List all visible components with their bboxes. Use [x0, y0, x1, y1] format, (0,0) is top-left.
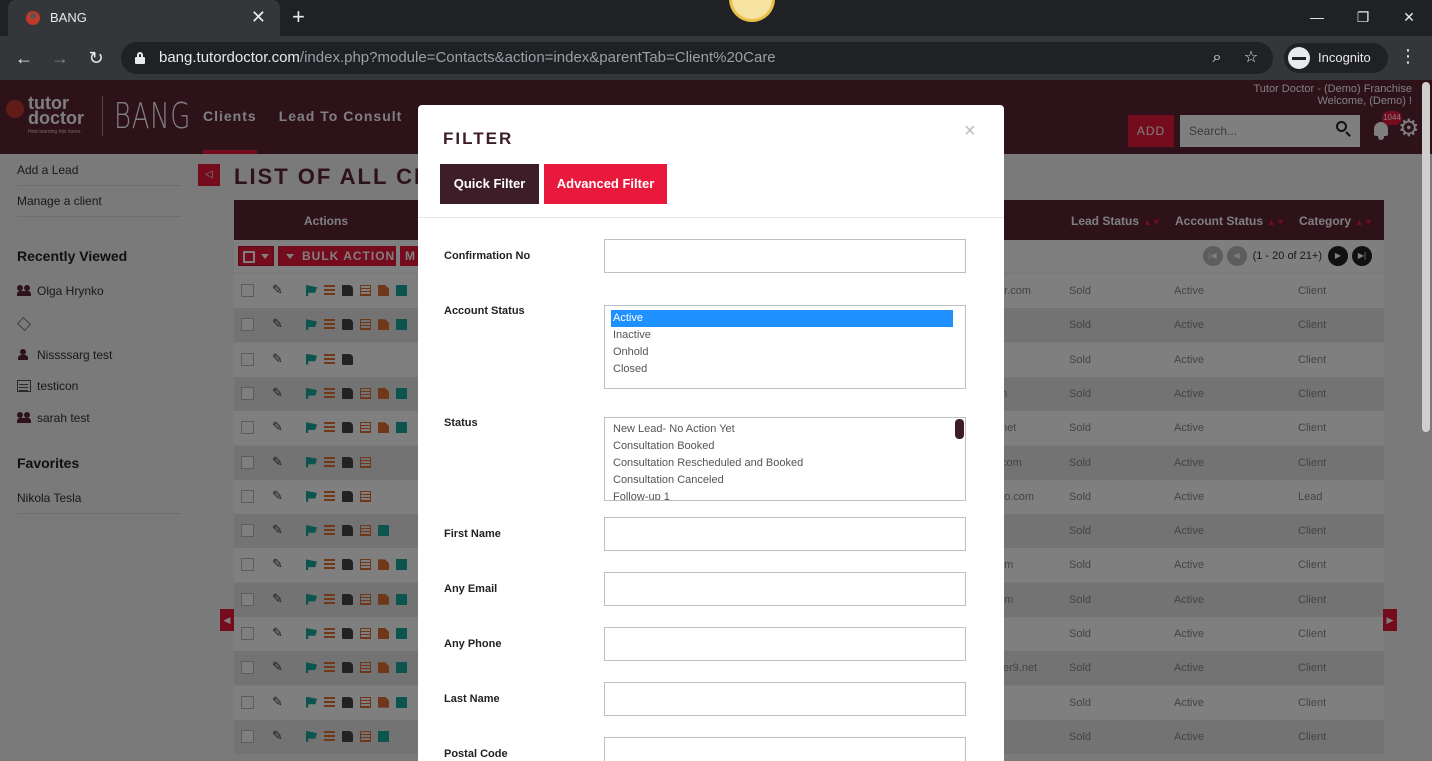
last-name-input[interactable] — [604, 682, 966, 716]
incognito-icon — [1288, 47, 1310, 69]
status-scrollbar[interactable] — [955, 419, 964, 439]
filter-modal: FILTER × Quick Filter Advanced Filter Co… — [418, 105, 1004, 761]
browser-toolbar: ← → ↻ bang.tutordoctor.com/index.php?mod… — [0, 36, 1432, 80]
label-first-name: First Name — [444, 528, 501, 540]
modal-title: FILTER — [443, 129, 514, 148]
favicon-icon — [26, 11, 40, 25]
account-status-listbox[interactable]: Active Inactive Onhold Closed — [604, 305, 966, 389]
new-tab-button[interactable]: + — [292, 5, 305, 29]
status-option[interactable]: Consultation Rescheduled and Booked — [605, 455, 965, 472]
browser-tab[interactable]: BANG ✕ — [8, 0, 280, 36]
postal-code-input[interactable] — [604, 737, 966, 761]
label-last-name: Last Name — [444, 693, 500, 705]
close-icon[interactable]: × — [964, 121, 976, 141]
decoration-circle — [729, 0, 775, 22]
status-option[interactable]: Consultation Booked — [605, 438, 965, 455]
incognito-indicator[interactable]: Incognito — [1284, 43, 1388, 73]
lock-icon — [135, 52, 145, 64]
option-onhold[interactable]: Onhold — [605, 344, 965, 361]
any-email-input[interactable] — [604, 572, 966, 606]
minimize-button[interactable]: — — [1294, 0, 1340, 34]
status-option[interactable]: Follow-up 1 — [605, 489, 965, 500]
confirmation-no-input[interactable] — [604, 239, 966, 273]
first-name-input[interactable] — [604, 517, 966, 551]
status-option[interactable]: Consultation Canceled — [605, 472, 965, 489]
browser-tab-strip: BANG ✕ + — ❐ ✕ — [0, 0, 1432, 36]
tab-close-icon[interactable]: ✕ — [251, 7, 266, 27]
browser-menu-icon[interactable]: ⋮ — [1398, 46, 1418, 67]
label-status: Status — [444, 417, 478, 429]
zoom-search-icon[interactable]: ⌕ — [1207, 48, 1227, 68]
option-closed[interactable]: Closed — [605, 361, 965, 378]
star-icon[interactable]: ☆ — [1241, 48, 1261, 68]
page-scrollbar[interactable] — [1422, 82, 1430, 432]
reload-icon[interactable]: ↻ — [84, 46, 108, 70]
label-any-phone: Any Phone — [444, 638, 502, 650]
url-text: bang.tutordoctor.com/index.php?module=Co… — [159, 49, 776, 66]
tab-title: BANG — [50, 10, 87, 25]
label-postal-code: Postal Code — [444, 748, 508, 760]
incognito-label: Incognito — [1318, 50, 1371, 65]
any-phone-input[interactable] — [604, 627, 966, 661]
address-bar[interactable]: bang.tutordoctor.com/index.php?module=Co… — [121, 42, 1273, 74]
status-listbox[interactable]: New Lead- No Action Yet Consultation Boo… — [604, 417, 966, 501]
forward-arrow-icon[interactable]: → — [48, 46, 72, 70]
option-inactive[interactable]: Inactive — [605, 327, 965, 344]
option-active[interactable]: Active — [611, 310, 953, 327]
label-confirmation-no: Confirmation No — [444, 250, 531, 262]
label-any-email: Any Email — [444, 583, 498, 595]
restore-button[interactable]: ❐ — [1340, 0, 1386, 34]
tab-quick-filter[interactable]: Quick Filter — [440, 164, 539, 204]
status-option[interactable]: New Lead- No Action Yet — [605, 421, 965, 438]
back-arrow-icon[interactable]: ← — [12, 46, 36, 70]
close-window-button[interactable]: ✕ — [1386, 0, 1432, 34]
tab-advanced-filter[interactable]: Advanced Filter — [544, 164, 667, 204]
label-account-status: Account Status — [444, 305, 525, 317]
window-controls: — ❐ ✕ — [1294, 0, 1432, 34]
